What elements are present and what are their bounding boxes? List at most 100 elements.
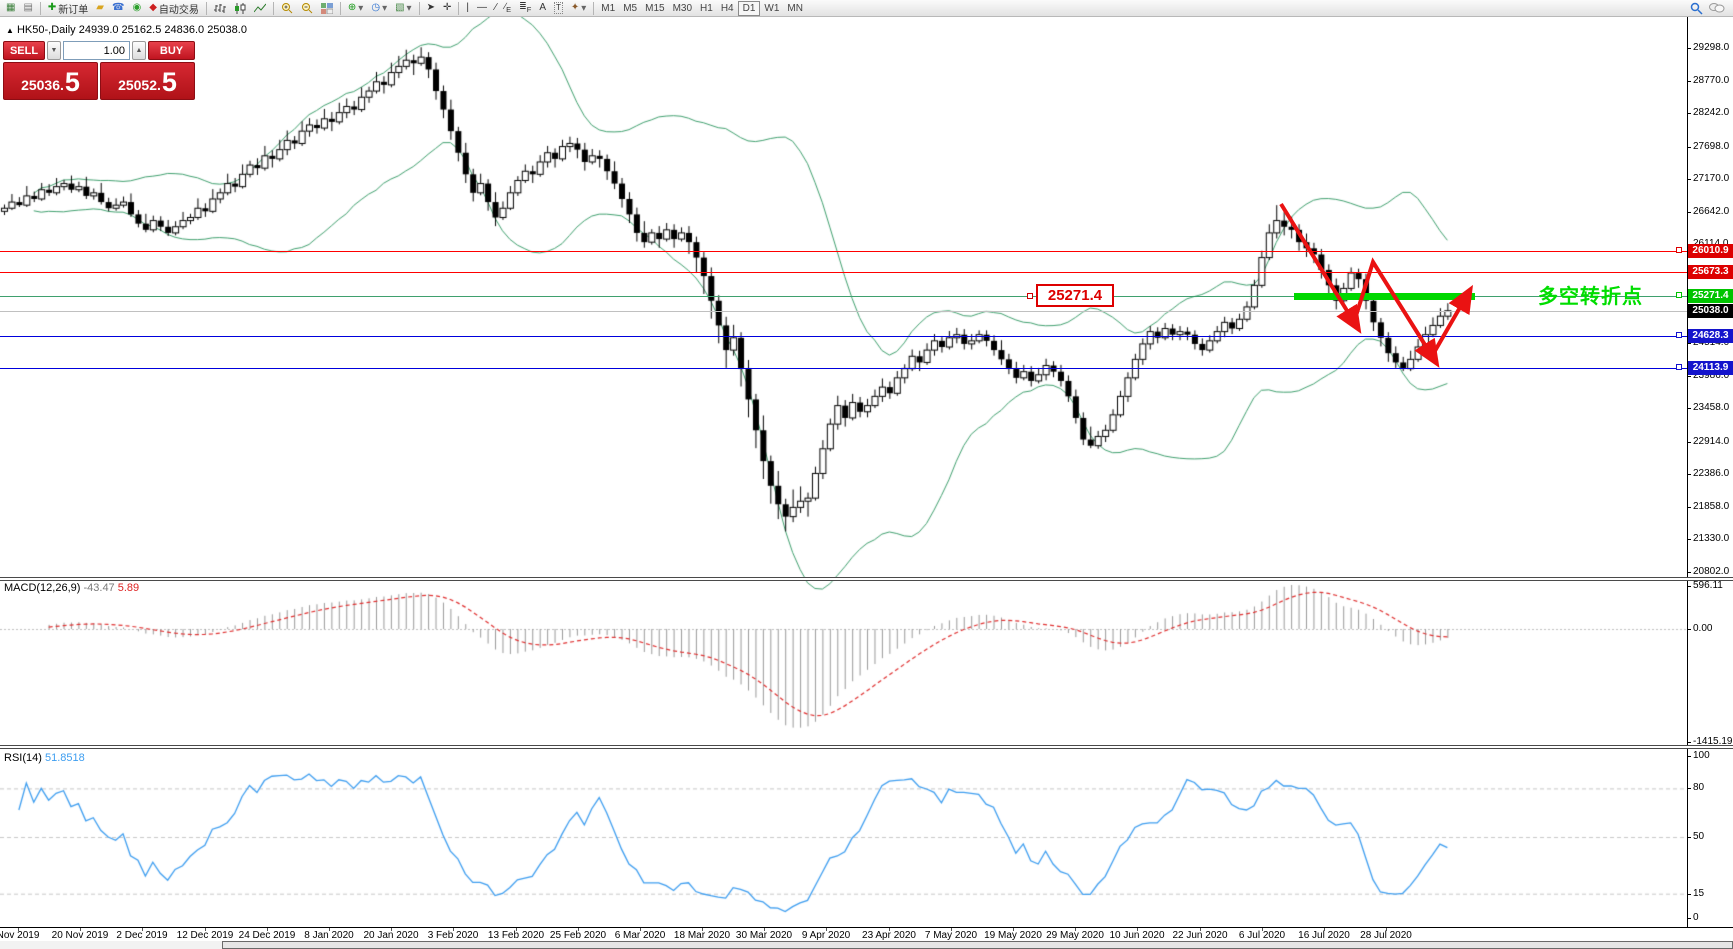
toolbar-separator <box>206 2 207 15</box>
ohlc-values: 24939.0 25162.5 24836.0 25038.0 <box>79 24 247 36</box>
level-drag-marker[interactable] <box>1676 247 1682 253</box>
timeframe-w1[interactable]: W1 <box>760 1 783 16</box>
profiles-button[interactable]: ▤ <box>19 1 36 16</box>
macd-signal-value: 5.89 <box>118 582 139 594</box>
market-depth-button[interactable]: ▰ <box>92 1 108 16</box>
date-label: 20 Jan 2020 <box>363 930 418 941</box>
price-tag-24113.9: 24113.9 <box>1688 361 1733 375</box>
indicators-button[interactable]: ⊕▾ <box>344 1 367 16</box>
rsi-axis-label: 50 <box>1693 831 1704 842</box>
collapse-triangle-icon[interactable]: ▲ <box>6 26 14 35</box>
hline-25673.3[interactable] <box>0 272 1687 273</box>
volume-increase-button[interactable]: ▲ <box>132 41 146 60</box>
search-icon[interactable] <box>1690 2 1703 15</box>
broadcast-button[interactable]: ◉ <box>128 1 145 16</box>
line-chart-button[interactable] <box>250 1 270 16</box>
price-annotation-box[interactable]: 25271.4 <box>1036 284 1114 307</box>
timeframe-group: M1M5M15M30H1H4D1W1MN <box>597 1 807 16</box>
hline-24628.3[interactable] <box>0 336 1687 337</box>
sell-button[interactable]: SELL <box>3 41 45 60</box>
fibonacci-button[interactable]: ≣F <box>515 1 535 16</box>
date-axis[interactable]: Nov 201920 Nov 20192 Dec 201912 Dec 2019… <box>0 927 1733 941</box>
chart-title: ▲ HK50-,Daily 24939.0 25162.5 24836.0 25… <box>6 24 247 36</box>
arrows-button[interactable]: ✦▾ <box>567 1 590 16</box>
cursor-button[interactable]: ➤ <box>423 1 439 16</box>
timeframe-m1[interactable]: M1 <box>597 1 619 16</box>
timeframe-m15[interactable]: M15 <box>641 1 668 16</box>
level-drag-marker[interactable] <box>1676 292 1682 298</box>
date-label: 23 Apr 2020 <box>862 930 916 941</box>
zoom-out-button[interactable] <box>297 1 317 16</box>
timeframe-h4[interactable]: H4 <box>717 1 738 16</box>
timeframe-h1[interactable]: H1 <box>696 1 717 16</box>
community-button[interactable]: ☎ <box>108 1 128 16</box>
date-label: 2 Dec 2019 <box>116 930 167 941</box>
support-zone-bar[interactable] <box>1294 293 1475 300</box>
bar-chart-button[interactable] <box>210 1 230 16</box>
timeframe-m5[interactable]: M5 <box>619 1 641 16</box>
rsi-axis-label: 80 <box>1693 782 1704 793</box>
candle-chart-button[interactable] <box>230 1 250 16</box>
price-tick-label: 27170.0 <box>1693 173 1729 184</box>
price-tick-label: 21330.0 <box>1693 533 1729 544</box>
toolbar-separator <box>593 2 594 15</box>
date-label: 13 Feb 2020 <box>488 930 544 941</box>
channel-button[interactable]: ∕E <box>501 1 516 16</box>
trendline-button[interactable]: ∕ <box>491 1 501 16</box>
chat-icon[interactable] <box>1709 2 1725 14</box>
arrows-icon: ✦ <box>571 3 579 13</box>
level-drag-marker[interactable] <box>1676 332 1682 338</box>
rsi-pane-separator[interactable] <box>0 745 1733 749</box>
buy-price-pip: 5 <box>162 69 177 96</box>
buy-button[interactable]: BUY <box>148 41 195 60</box>
level-drag-marker[interactable] <box>1676 364 1682 370</box>
horizontal-line-button[interactable]: — <box>473 1 491 16</box>
horizontal-scrollbar[interactable] <box>0 941 1733 949</box>
tile-windows-button[interactable] <box>317 1 337 16</box>
hline-26010.9[interactable] <box>0 251 1687 252</box>
new-order-button[interactable]: ✚ 新订单 <box>44 1 92 16</box>
new-chart-button[interactable]: ▦ <box>2 1 19 16</box>
price-tag-24628.3: 24628.3 <box>1688 329 1733 343</box>
buy-price-display[interactable]: 25052. 5 <box>100 62 195 100</box>
turning-point-annotation[interactable]: 多空转折点 <box>1538 280 1643 309</box>
symbol-period-label: HK50-,Daily <box>17 24 76 36</box>
period-clock-icon: ◷ <box>371 3 380 13</box>
text-button[interactable]: A <box>535 1 550 16</box>
price-tick-label: 27698.0 <box>1693 141 1729 152</box>
indicators-add-icon: ⊕ <box>348 3 356 13</box>
volume-input[interactable]: 1.00 <box>63 41 130 60</box>
macd-pane-separator[interactable] <box>0 577 1733 581</box>
hline-24113.9[interactable] <box>0 368 1687 369</box>
scrollbar-thumb[interactable] <box>222 941 1733 949</box>
vertical-line-button[interactable]: | <box>462 1 473 16</box>
terminal-window: ▦ ▤ ✚ 新订单 ▰ ☎ ◉ ◆ 自动交易 ⊕▾ ◷▾ ▧▾ ➤ ✛ | — … <box>0 0 1733 949</box>
fibonacci-icon: ≣F <box>519 1 531 15</box>
volume-decrease-button[interactable]: ▼ <box>47 41 61 60</box>
macd-value: -43.47 <box>83 582 114 594</box>
templates-button[interactable]: ▧▾ <box>391 1 415 16</box>
rsi-axis-label: 0 <box>1693 912 1699 923</box>
gold-icon: ▰ <box>96 3 104 13</box>
date-label: 6 Jul 2020 <box>1239 930 1285 941</box>
zoom-in-button[interactable] <box>277 1 297 16</box>
toolbar-separator <box>40 2 41 15</box>
timeframe-m30[interactable]: M30 <box>669 1 696 16</box>
rsi-label: RSI(14) 51.8518 <box>4 752 85 764</box>
new-chart-icon: ▦ <box>6 3 15 13</box>
crosshair-button[interactable]: ✛ <box>439 1 455 16</box>
timeframe-mn[interactable]: MN <box>783 1 807 16</box>
price-annotation-marker[interactable] <box>1027 293 1033 299</box>
hline-25038[interactable] <box>0 311 1687 312</box>
date-label: 6 Mar 2020 <box>615 930 666 941</box>
chart-canvas[interactable] <box>0 17 1733 949</box>
auto-trading-button[interactable]: ◆ 自动交易 <box>145 1 203 16</box>
rsi-axis-label: 15 <box>1693 888 1704 899</box>
cursor-icon: ➤ <box>427 3 435 13</box>
date-label: 28 Jul 2020 <box>1360 930 1412 941</box>
timeframe-d1[interactable]: D1 <box>738 1 761 16</box>
periods-button[interactable]: ◷▾ <box>367 1 391 16</box>
price-tick-label: 20802.0 <box>1693 566 1729 577</box>
sell-price-display[interactable]: 25036. 5 <box>3 62 98 100</box>
text-label-button[interactable]: T <box>550 1 567 16</box>
